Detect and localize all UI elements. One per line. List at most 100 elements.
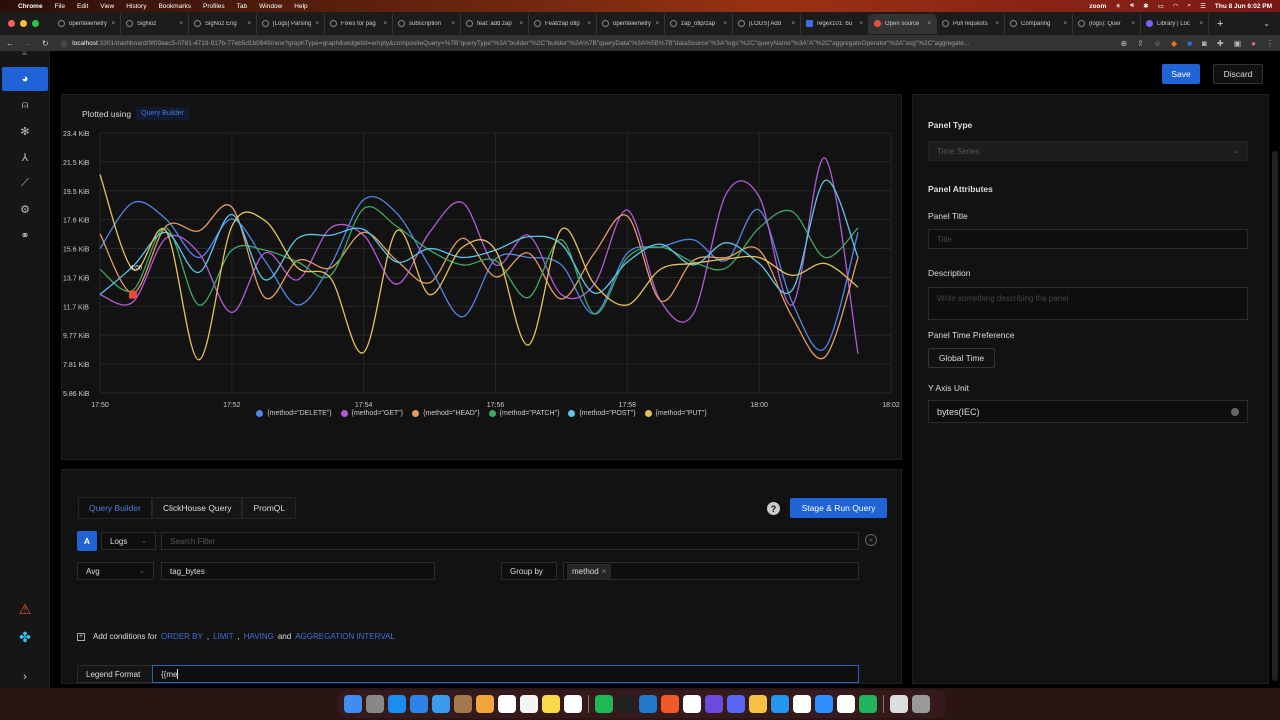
tab-clickhouse-query[interactable]: ClickHouse Query	[151, 497, 243, 519]
browser-tab[interactable]: [LOGS] Add ×	[733, 13, 801, 34]
zoom-page-icon[interactable]: ⊕	[1120, 39, 1127, 48]
tab-promql[interactable]: PromQL	[242, 497, 297, 519]
stage-run-query-button[interactable]: Stage & Run Query	[790, 498, 887, 518]
bitwarden-extension-icon[interactable]: ■	[1187, 39, 1192, 48]
close-tab-icon[interactable]: ×	[315, 21, 319, 27]
hamburger-icon[interactable]: ≡	[0, 50, 49, 61]
browser-tab[interactable]: opentelemetry ×	[53, 13, 121, 34]
page-scrollbar[interactable]	[1272, 151, 1278, 681]
close-tab-icon[interactable]: ×	[1131, 21, 1135, 27]
dock-app-discord-icon[interactable]	[727, 695, 745, 713]
sidebar-expand-button[interactable]: ›	[2, 665, 48, 689]
dock-app-freeform-icon[interactable]	[564, 695, 582, 713]
help-icon[interactable]: ?	[767, 502, 780, 515]
discard-button[interactable]: Discard	[1213, 64, 1263, 84]
browser-tab[interactable]: subscription ×	[393, 13, 461, 34]
close-tab-icon[interactable]: ×	[587, 21, 591, 27]
volume-icon[interactable]: 🔊︎	[1130, 2, 1134, 10]
clock[interactable]: Thu 8 Jun 6:02 PM	[1215, 3, 1272, 10]
dock-app-vs-code-icon[interactable]	[639, 695, 657, 713]
panel-title-input[interactable]: Title	[928, 229, 1248, 249]
zoom-status[interactable]: zoom	[1089, 3, 1106, 10]
condition-having-link[interactable]: HAVING	[244, 632, 274, 641]
dock-app-terminal-icon[interactable]	[617, 695, 635, 713]
address-bar[interactable]: localhost:3301/dashboard/9f09aec5-0781-4…	[72, 40, 1110, 47]
dock-app-finder-icon[interactable]	[344, 695, 362, 713]
sidebar-item-service-map[interactable]: ⅄	[2, 145, 48, 169]
dock-app-docker-icon[interactable]	[771, 695, 789, 713]
browser-tab[interactable]: Feat/zap otlp ×	[529, 13, 597, 34]
forward-button[interactable]: →	[24, 39, 32, 48]
sidebar-item-slack[interactable]: ✤	[2, 625, 48, 649]
y-axis-unit-select[interactable]: bytes(IEC)	[928, 400, 1248, 423]
legend-item[interactable]: {method="PATCH"}	[488, 410, 559, 417]
browser-tab[interactable]: Pull requests ×	[937, 13, 1005, 34]
reload-button[interactable]: ↻	[42, 39, 49, 48]
dock-app-mail-icon[interactable]	[432, 695, 450, 713]
minimize-window-button[interactable]	[20, 20, 27, 27]
close-tab-icon[interactable]: ×	[111, 21, 115, 27]
close-tab-icon[interactable]: ×	[451, 21, 455, 27]
dock-app-numbers-icon[interactable]	[859, 695, 877, 713]
time-preference-button[interactable]: Global Time	[928, 348, 995, 368]
close-tab-icon[interactable]: ×	[519, 21, 523, 27]
sidebar-item-settings[interactable]: ⚙	[2, 197, 48, 221]
browser-tab[interactable]: Fixes for pag ×	[325, 13, 393, 34]
share-icon[interactable]: ⇪	[1137, 39, 1144, 48]
menu-file[interactable]: File	[55, 3, 65, 10]
dock-app-system-settings-icon[interactable]	[366, 695, 384, 713]
dock-app-app-store-icon[interactable]	[388, 695, 406, 713]
new-tab-button[interactable]: +	[1217, 18, 1223, 30]
legend-item[interactable]: {method="POST"}	[568, 410, 636, 417]
battery-icon[interactable]: ▭	[1158, 2, 1164, 10]
menu-window[interactable]: Window	[259, 3, 282, 10]
add-conditions[interactable]: + Add conditions for ORDER BY, LIMIT, HA…	[77, 632, 395, 641]
close-tab-icon[interactable]: ×	[995, 21, 999, 27]
close-tab-icon[interactable]: ×	[1063, 21, 1067, 27]
wifi-icon[interactable]: ◠	[1173, 2, 1179, 10]
dock-app-chrome-icon[interactable]	[793, 695, 811, 713]
extensions-puzzle-icon[interactable]: ✚	[1217, 39, 1224, 48]
close-tab-icon[interactable]: ×	[859, 21, 863, 27]
browser-menu-icon[interactable]: ⋮	[1266, 39, 1274, 48]
browser-tab[interactable]: Library | Loc ×	[1141, 13, 1209, 34]
legend-format-input[interactable]: {{me	[152, 665, 859, 683]
browser-tab[interactable]: (logs): Quer ×	[1073, 13, 1141, 34]
back-button[interactable]: ←	[6, 39, 14, 48]
browser-tab[interactable]: feat: add zap ×	[461, 13, 529, 34]
save-button[interactable]: Save	[1162, 64, 1200, 84]
sidebar-item-alerts[interactable]: ⍝	[2, 93, 48, 117]
close-tab-icon[interactable]: ×	[655, 21, 659, 27]
legend-item[interactable]: {method="PUT"}	[644, 410, 707, 417]
bookmark-star-icon[interactable]: ☆	[1154, 39, 1161, 48]
menu-profiles[interactable]: Profiles	[203, 3, 225, 10]
panel-type-select[interactable]: Time Series ⌄	[928, 141, 1248, 161]
group-by-select[interactable]: method ×	[563, 562, 859, 580]
dock-app-cyberduck-icon[interactable]	[749, 695, 767, 713]
close-tab-icon[interactable]: ×	[247, 21, 251, 27]
dock-app-scribble-icon[interactable]	[661, 695, 679, 713]
site-info-icon[interactable]: ⓘ	[61, 38, 68, 48]
condition-order-by-link[interactable]: ORDER BY	[161, 632, 203, 641]
remove-tag-icon[interactable]: ×	[602, 567, 607, 576]
dock-app-notion-icon[interactable]	[683, 695, 701, 713]
dock-app-safari-icon[interactable]	[410, 695, 428, 713]
close-tab-icon[interactable]: ×	[927, 21, 931, 27]
sidepanel-icon[interactable]: ▣	[1234, 39, 1242, 48]
spotlight-icon[interactable]: ⌕	[1187, 2, 1191, 10]
aggregate-attribute-input[interactable]: tag_bytes	[161, 562, 435, 580]
profile-avatar[interactable]: ●	[1251, 39, 1256, 48]
dock-app-reminders-icon[interactable]	[520, 695, 538, 713]
dock-app-preview-icon[interactable]	[890, 695, 908, 713]
aggregate-operator-select[interactable]: Avg ⌄	[77, 562, 154, 580]
close-tab-icon[interactable]: ×	[1199, 21, 1203, 27]
dock-app-trash-icon[interactable]	[912, 695, 930, 713]
browser-tab[interactable]: zap_otlp/zap ×	[665, 13, 733, 34]
metamask-extension-icon[interactable]: ◆	[1171, 39, 1177, 48]
browser-tab[interactable]: regex101: bu ×	[801, 13, 869, 34]
condition-limit-link[interactable]: LIMIT	[213, 632, 233, 641]
menu-view[interactable]: View	[100, 3, 114, 10]
dock-app-spotify-icon[interactable]	[595, 695, 613, 713]
dock-app-zoom-icon[interactable]	[815, 695, 833, 713]
maximize-window-button[interactable]	[32, 20, 39, 27]
